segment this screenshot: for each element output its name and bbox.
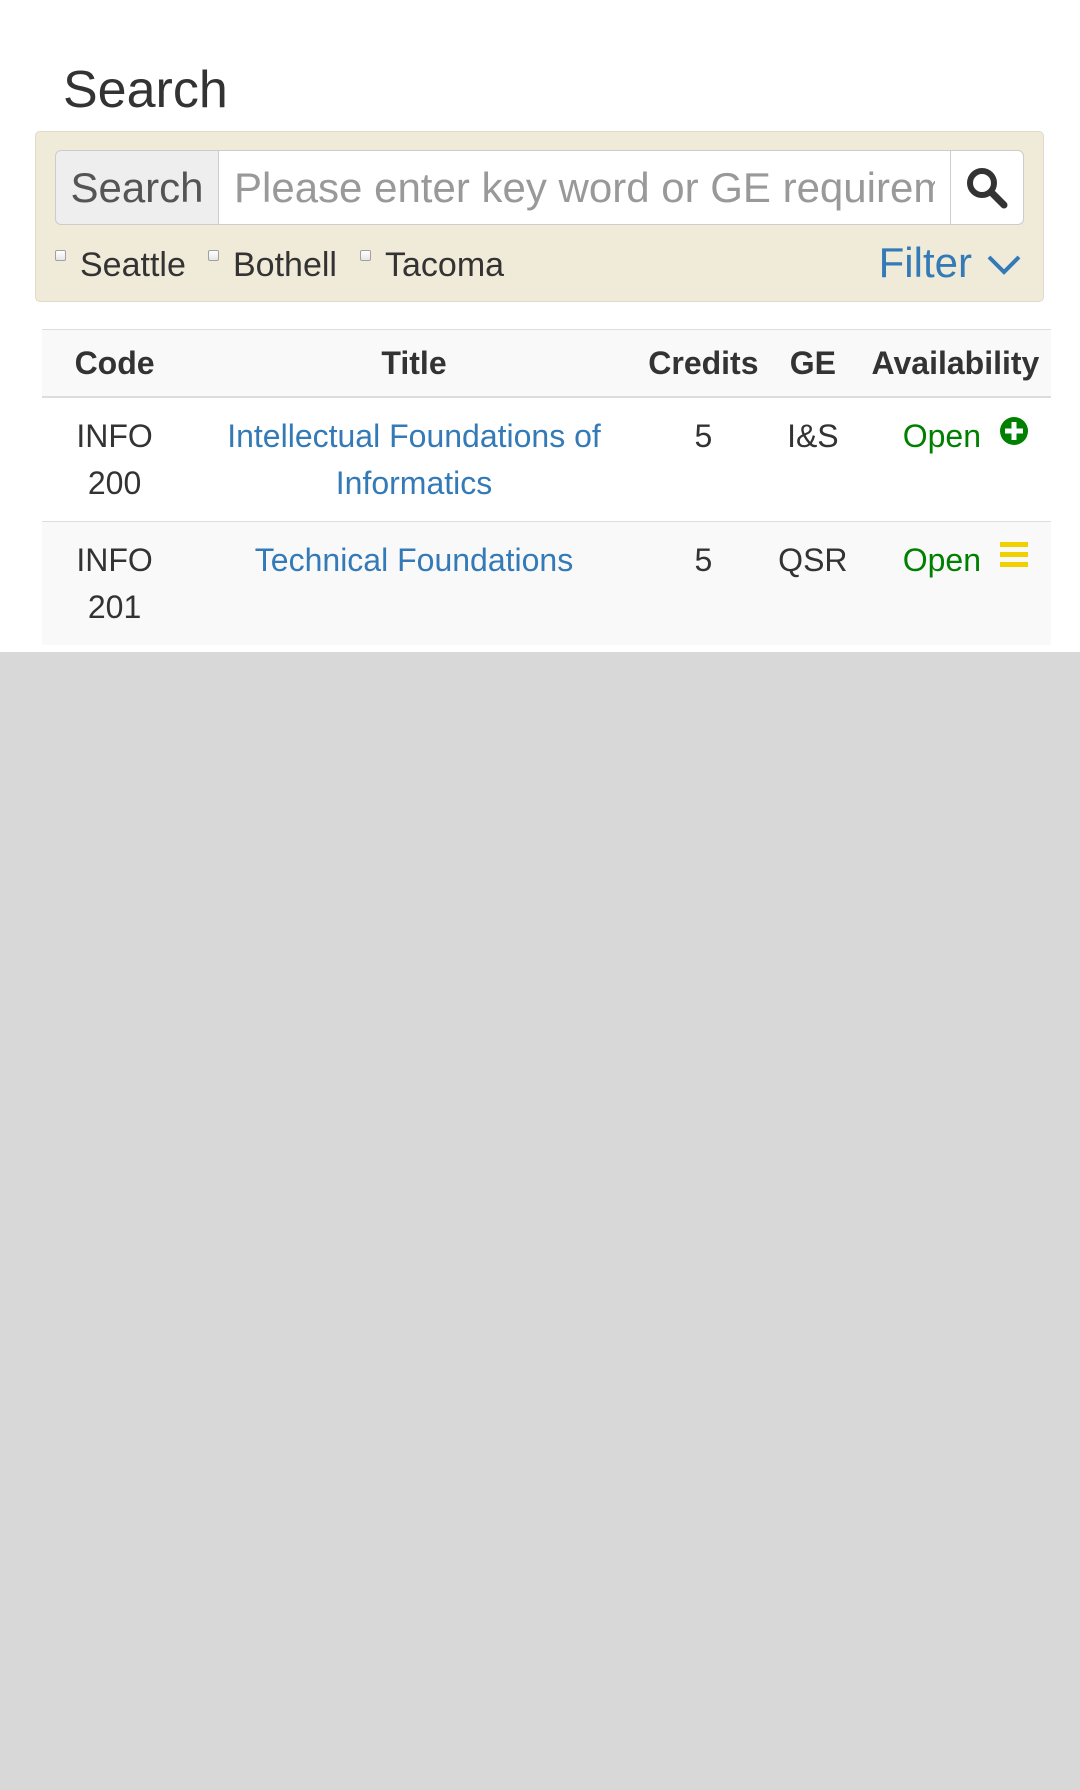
- course-credits: 5: [640, 396, 766, 522]
- header-availability: Availability: [859, 329, 1051, 398]
- page-title: Search: [63, 61, 228, 119]
- seattle-checkbox[interactable]: [55, 250, 66, 261]
- course-title-cell: Intellectual Foundations of Informatics: [187, 396, 641, 522]
- table-row: INFO 201 Technical Foundations 5 QSR Ope…: [42, 521, 1051, 645]
- course-title-link[interactable]: Intellectual Foundations of Informatics: [227, 418, 601, 501]
- list-icon[interactable]: [999, 536, 1029, 583]
- availability-status: Open: [902, 418, 981, 454]
- chevron-down-icon: [986, 239, 1022, 287]
- course-dept: INFO: [76, 542, 153, 578]
- table-header-row: Code Title Credits GE Availability: [42, 329, 1051, 398]
- bothell-checkbox[interactable]: [208, 250, 219, 261]
- table-row: INFO 200 Intellectual Foundations of Inf…: [42, 396, 1051, 522]
- campus-label: Tacoma: [385, 246, 505, 284]
- course-code-cell: INFO 201: [42, 521, 188, 645]
- filter-toggle[interactable]: Filter: [879, 238, 1022, 288]
- header-credits: Credits: [640, 329, 766, 398]
- filter-label: Filter: [878, 239, 972, 286]
- course-ge: QSR: [765, 521, 860, 645]
- search-addon-label: Search: [55, 150, 218, 225]
- header-ge: GE: [765, 329, 860, 398]
- course-credits: 5: [640, 521, 766, 645]
- search-well: Search Seattle Bothell Tacoma: [35, 131, 1044, 302]
- search-icon: [967, 167, 1008, 208]
- course-title-link[interactable]: Technical Foundations: [255, 542, 573, 578]
- plus-circle-icon[interactable]: [999, 412, 1029, 459]
- search-input[interactable]: [218, 150, 951, 225]
- course-number: 201: [87, 589, 142, 625]
- course-title-cell: Technical Foundations: [187, 521, 641, 645]
- course-ge: I&S: [765, 396, 860, 522]
- search-panel: Search Search Seattle Bothell: [0, 0, 1080, 652]
- search-input-group: Search: [55, 150, 1024, 225]
- header-code: Code: [42, 329, 188, 398]
- course-code-cell: INFO 200: [42, 396, 188, 522]
- availability-status: Open: [902, 542, 981, 578]
- course-availability-cell: Open: [859, 521, 1051, 645]
- campus-label: Bothell: [233, 246, 337, 284]
- course-availability-cell: Open: [859, 396, 1051, 522]
- tacoma-checkbox[interactable]: [360, 250, 371, 261]
- course-number: 200: [87, 465, 142, 501]
- search-button[interactable]: [951, 150, 1024, 225]
- course-dept: INFO: [76, 418, 153, 454]
- campus-label: Seattle: [80, 246, 186, 284]
- header-title: Title: [187, 329, 641, 398]
- course-results-table: Code Title Credits GE Availability INFO …: [42, 329, 1051, 645]
